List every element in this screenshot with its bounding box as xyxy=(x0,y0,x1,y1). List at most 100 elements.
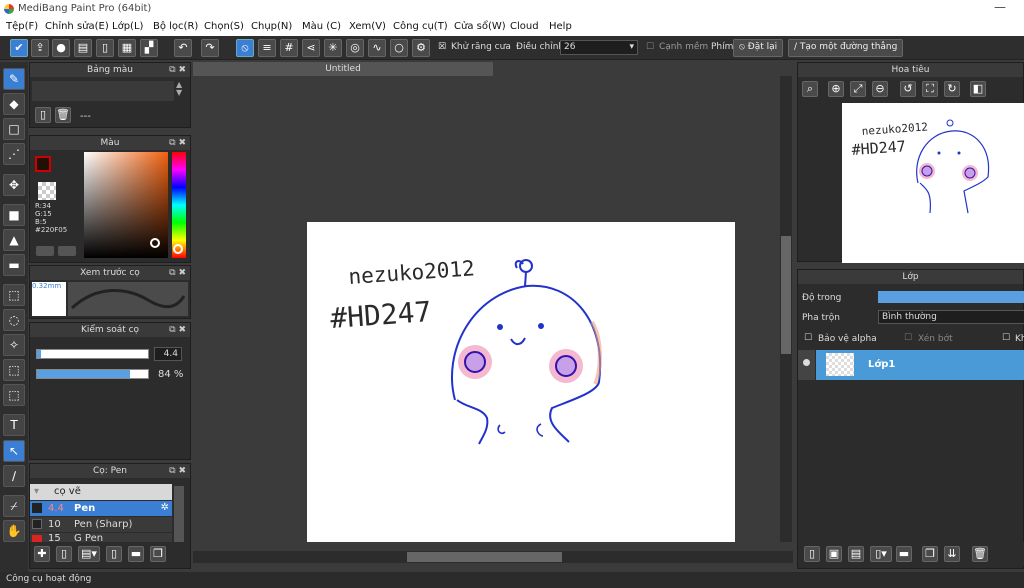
color-mode-icon[interactable] xyxy=(36,246,54,256)
ellipse-snap-icon[interactable]: ○ xyxy=(390,39,408,57)
move-tool-icon[interactable]: ✥ xyxy=(3,174,25,196)
canvas-horizontal-scrollbar[interactable] xyxy=(193,551,793,563)
menu-view[interactable]: Xem(V) xyxy=(349,21,386,32)
close-icon[interactable]: ⧉ ✖ xyxy=(169,266,186,280)
zoom-in-icon[interactable]: ⊕ xyxy=(828,81,844,97)
add-layer-menu-icon[interactable]: ▯▾ xyxy=(870,546,892,562)
color-saturation-picker[interactable] xyxy=(84,152,168,258)
duplicate-layer-icon[interactable]: ❐ xyxy=(922,546,938,562)
brush-item-pen-sharp[interactable]: 10 Pen (Sharp) xyxy=(30,517,172,532)
operation-tool-icon[interactable]: ↖ xyxy=(3,440,25,462)
cross-snap-icon[interactable]: # xyxy=(280,39,298,57)
dot-tool-icon[interactable]: ⋰ xyxy=(3,143,25,165)
blend-mode-select[interactable]: Bình thường xyxy=(878,310,1024,324)
brush-size-slider[interactable] xyxy=(36,349,149,359)
layer-visibility-toggle[interactable] xyxy=(798,350,815,380)
soft-edge-checkbox[interactable]: ☐ xyxy=(646,42,654,52)
layout-icon[interactable]: ▦ xyxy=(118,39,136,57)
hue-slider[interactable] xyxy=(172,152,186,258)
eyedropper-tool-icon[interactable]: ⌿ xyxy=(3,495,25,517)
new-halftone-layer-icon[interactable]: ▤ xyxy=(848,546,864,562)
add-brush-icon[interactable]: ✚ xyxy=(34,546,50,562)
antialias-checkbox[interactable]: ☒ xyxy=(438,42,446,52)
zoom-out-icon[interactable]: ⊖ xyxy=(872,81,888,97)
trash-icon[interactable]: 🗑 xyxy=(972,546,988,562)
menu-cloud[interactable]: Cloud xyxy=(510,21,539,32)
transparent-swatch[interactable] xyxy=(38,182,56,200)
fullscreen-icon[interactable]: ⛶ xyxy=(922,81,938,97)
radial-snap-icon[interactable]: ✳ xyxy=(324,39,342,57)
protect-alpha-checkbox[interactable]: ☐ xyxy=(804,333,812,343)
hand-tool-icon[interactable]: ✋ xyxy=(3,520,25,542)
minimize-button[interactable]: — xyxy=(994,0,1006,14)
brush-list-scrollbar[interactable] xyxy=(174,486,184,542)
tab-untitled[interactable]: Untitled xyxy=(193,62,493,76)
folder-icon[interactable]: ▬ xyxy=(128,546,144,562)
menu-color[interactable]: Màu (C) xyxy=(302,21,341,32)
comment-icon[interactable]: ▤ xyxy=(74,39,92,57)
fill-rect-tool-icon[interactable]: ■ xyxy=(3,204,25,226)
menu-select[interactable]: Chọn(S) xyxy=(204,21,244,32)
lock-checkbox[interactable]: ☐ xyxy=(1002,333,1010,343)
color-wheel-icon[interactable] xyxy=(58,246,76,256)
reset-button[interactable]: ⦸ Đặt lại xyxy=(733,39,784,57)
canvas-vertical-scrollbar[interactable] xyxy=(780,76,792,542)
picker-cursor[interactable] xyxy=(150,238,160,248)
menu-filter[interactable]: Bộ lọc(R) xyxy=(153,21,198,32)
cloud-icon[interactable]: ✔ xyxy=(10,39,28,57)
menu-help[interactable]: Help xyxy=(549,21,572,32)
select-pen-tool-icon[interactable]: ⬚ xyxy=(3,359,25,381)
zoom-fit-icon[interactable]: ⌕ xyxy=(802,81,818,97)
menu-tools[interactable]: Công cụ(T) xyxy=(393,21,448,32)
new-color-layer-icon[interactable]: ▣ xyxy=(826,546,842,562)
divide-tool-icon[interactable]: ∕ xyxy=(3,465,25,487)
brush-group-header[interactable]: ▾ cọ vẽ xyxy=(30,484,172,500)
drawing-canvas[interactable]: nezuko2012 #HD247 xyxy=(307,222,735,542)
lasso-tool-icon[interactable]: ◌ xyxy=(3,309,25,331)
duplicate-icon[interactable]: ❐ xyxy=(150,546,166,562)
layer-row-lop1[interactable]: Lớp1 xyxy=(816,350,1024,380)
rectangle-tool-icon[interactable]: □ xyxy=(3,118,25,140)
trash-icon[interactable]: 🗑 xyxy=(55,107,71,123)
circle-snap-icon[interactable]: ◎ xyxy=(346,39,364,57)
close-icon[interactable]: ⧉ ✖ xyxy=(169,136,186,150)
gradient-tool-icon[interactable]: ▬ xyxy=(3,254,25,276)
rotate-left-icon[interactable]: ↺ xyxy=(900,81,916,97)
navigator-preview[interactable]: nezuko2012 #HD247 xyxy=(842,103,1024,263)
no-snap-icon[interactable]: ⦸ xyxy=(236,39,254,57)
straight-line-button[interactable]: ∕ Tạo một đường thẳng xyxy=(788,39,904,57)
grid-icon[interactable]: ▞ xyxy=(140,39,158,57)
brush-edit-icon[interactable]: ▯ xyxy=(106,546,122,562)
clipping-checkbox[interactable]: ☐ xyxy=(904,333,912,343)
hscroll-thumb[interactable] xyxy=(407,552,562,562)
menu-layer[interactable]: Lớp(L) xyxy=(112,21,143,32)
select-eraser-tool-icon[interactable]: ⬚ xyxy=(3,384,25,406)
undo-icon[interactable]: ↶ xyxy=(174,39,192,57)
new-layer-icon[interactable]: ▯ xyxy=(804,546,820,562)
new-palette-icon[interactable]: ▯ xyxy=(35,107,51,123)
hue-cursor[interactable] xyxy=(173,244,183,254)
merge-layer-icon[interactable]: ⇊ xyxy=(944,546,960,562)
vanish-snap-icon[interactable]: ⋖ xyxy=(302,39,320,57)
settings-snap-icon[interactable]: ⚙ xyxy=(412,39,430,57)
adjust-select[interactable]: 26 ▾ xyxy=(560,40,638,55)
brush-item-g-pen[interactable]: 15 G Pen xyxy=(30,533,172,542)
fit-window-icon[interactable]: ⤢ xyxy=(850,81,866,97)
close-icon[interactable]: ⧉ ✖ xyxy=(169,63,186,77)
text-tool-icon[interactable]: T xyxy=(3,414,25,436)
eraser-tool-icon[interactable]: ◆ xyxy=(3,93,25,115)
brush-tool-icon[interactable]: ✎ xyxy=(3,68,25,90)
menu-capture[interactable]: Chụp(N) xyxy=(251,21,292,32)
redo-icon[interactable]: ↷ xyxy=(201,39,219,57)
brush-opacity-slider[interactable] xyxy=(36,369,149,379)
chat-icon[interactable]: ● xyxy=(52,39,70,57)
flip-icon[interactable]: ◧ xyxy=(970,81,986,97)
menu-file[interactable]: Tệp(F) xyxy=(6,21,38,32)
share-icon[interactable]: ⇪ xyxy=(31,39,49,57)
vscroll-thumb[interactable] xyxy=(781,236,791,354)
new-brush-icon[interactable]: ▯ xyxy=(56,546,72,562)
folder-icon[interactable]: ▬ xyxy=(896,546,912,562)
brush-size-input[interactable]: 4.4 xyxy=(154,347,182,361)
menu-edit[interactable]: Chỉnh sửa(E) xyxy=(45,21,109,32)
rotate-right-icon[interactable]: ↻ xyxy=(944,81,960,97)
